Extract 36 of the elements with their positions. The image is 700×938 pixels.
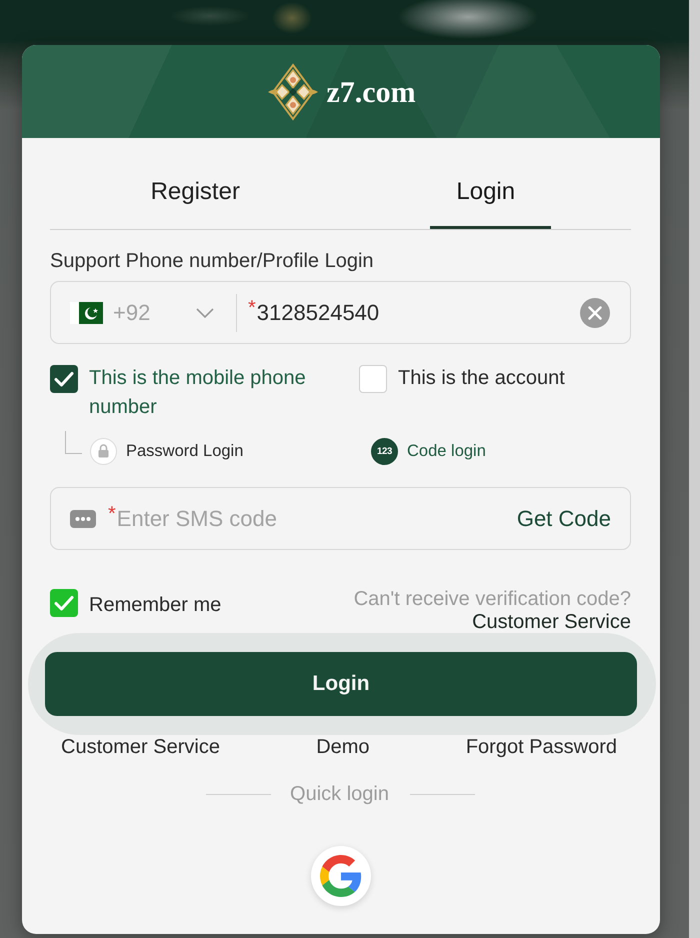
remember-me-label: Remember me [89,593,222,618]
option-label: This is the mobile phone number [89,366,307,420]
required-mark: * [248,297,256,321]
checkbox[interactable] [359,365,387,393]
phone-number-field[interactable]: +92 *3128524540 [50,281,631,344]
check-icon [54,371,74,387]
digits-badge: 123 [371,438,398,464]
checkbox[interactable] [50,589,78,617]
sms-code-field[interactable]: *Enter SMS code Get Code [50,487,631,550]
login-method-option[interactable]: Password Login [90,438,244,464]
verification-help-text: Can't receive verification code? [354,588,631,611]
login-method-option[interactable]: 123 Code login [371,438,486,464]
customer-service-link[interactable]: Customer Service [472,611,631,634]
logo-text: z7.com [326,76,416,110]
check-icon [54,595,74,611]
quick-login-label: Quick login [290,782,389,806]
customer-service-link[interactable]: Customer Service [61,735,220,759]
demo-link[interactable]: Demo [316,735,370,759]
close-icon [588,306,602,320]
forgot-password-link[interactable]: Forgot Password [466,735,617,759]
get-code-button[interactable]: Get Code [516,506,611,532]
crescent-flag-icon [70,302,103,324]
login-button[interactable]: Login [45,652,637,716]
chevron-down-icon [196,308,214,318]
checkbox[interactable] [50,365,78,393]
tab[interactable]: Register [50,158,340,229]
required-mark: * [108,503,116,527]
tab[interactable]: Login [340,158,631,229]
clear-button[interactable] [580,298,610,328]
diamond-emblem-icon [266,62,320,120]
message-dots-icon [70,510,96,528]
tree-connector-line [65,431,82,454]
lock-icon [90,438,117,464]
google-icon [320,855,362,897]
field-label: Support Phone number/Profile Login [50,249,375,273]
option-label: This is the account [398,366,565,391]
